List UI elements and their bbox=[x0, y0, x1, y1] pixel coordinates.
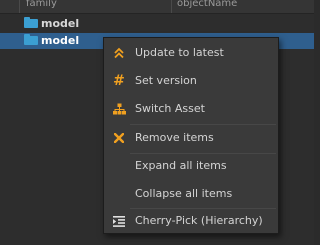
column-header-family[interactable]: family bbox=[26, 0, 57, 11]
column-header-objectname[interactable]: objectName bbox=[177, 0, 237, 11]
menu-item-set-version[interactable]: # Set version bbox=[104, 70, 278, 94]
table-header: family objectName bbox=[0, 0, 314, 14]
context-menu: Update to latest # Set version Switch As… bbox=[103, 37, 279, 234]
menu-item-collapse-all-items[interactable]: Collapse all items bbox=[104, 183, 278, 207]
menu-item-label: Remove items bbox=[135, 131, 214, 144]
menu-item-switch-asset[interactable]: Switch Asset bbox=[104, 98, 278, 122]
indent-list-icon bbox=[112, 213, 126, 229]
menu-item-remove-items[interactable]: Remove items bbox=[104, 127, 278, 151]
menu-item-cherry-pick-hierarchy[interactable]: Cherry-Pick (Hierarchy) bbox=[104, 210, 278, 234]
menu-item-label: Collapse all items bbox=[135, 187, 233, 200]
menu-item-label: Update to latest bbox=[135, 46, 224, 59]
menu-item-label: Expand all items bbox=[135, 159, 227, 172]
row-label: model bbox=[41, 17, 80, 30]
folder-icon bbox=[24, 17, 38, 28]
table-row[interactable]: model bbox=[0, 16, 314, 32]
menu-item-update-to-latest[interactable]: Update to latest bbox=[104, 42, 278, 66]
row-label: model bbox=[41, 34, 80, 47]
menu-item-label: Switch Asset bbox=[135, 102, 205, 115]
column-separator[interactable] bbox=[19, 0, 20, 13]
menu-divider bbox=[130, 124, 276, 125]
hash-icon: # bbox=[113, 73, 125, 89]
menu-item-expand-all-items[interactable]: Expand all items bbox=[104, 155, 278, 179]
app-window: family objectName model model Update to … bbox=[0, 0, 314, 245]
menu-divider bbox=[130, 208, 276, 209]
folder-icon bbox=[24, 34, 38, 45]
x-icon bbox=[112, 130, 126, 146]
double-chevron-up-icon bbox=[112, 45, 126, 61]
hierarchy-icon bbox=[112, 101, 126, 117]
menu-item-label: Set version bbox=[135, 74, 197, 87]
menu-divider bbox=[130, 153, 276, 154]
menu-item-label: Cherry-Pick (Hierarchy) bbox=[135, 214, 263, 227]
column-separator[interactable] bbox=[171, 0, 172, 13]
